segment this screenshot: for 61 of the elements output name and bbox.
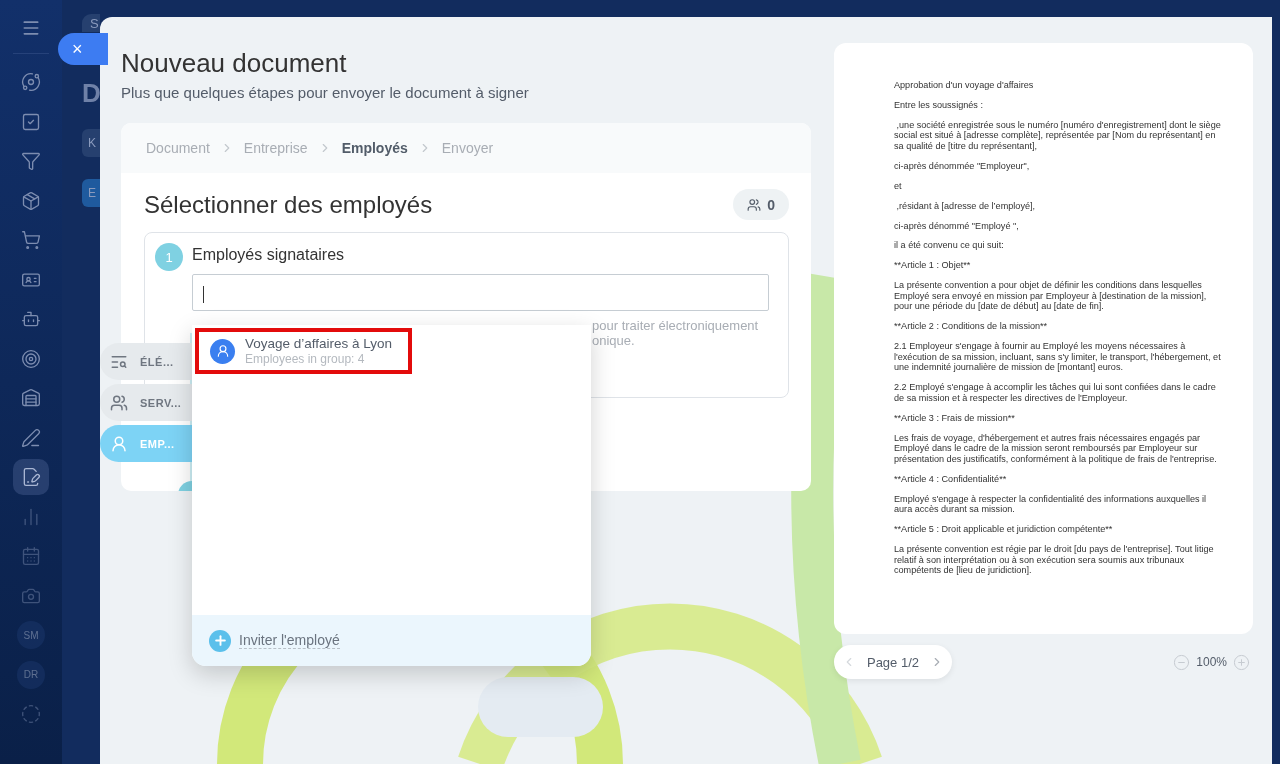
document-paragraph: **Article 1 : Objet** bbox=[894, 260, 972, 271]
plus-icon bbox=[1233, 653, 1250, 671]
dialog-title: Nouveau document bbox=[121, 47, 348, 79]
orbit-icon bbox=[21, 72, 41, 92]
breadcrumb-step[interactable]: Employés bbox=[341, 140, 408, 156]
checkbox-icon bbox=[21, 111, 41, 132]
document-paragraph: 2.2 Employé s'engage à accomplir les tâches qui lui sont confiées dans le cadre de sa mission et à respecter les directives de l'Employeur. bbox=[894, 382, 1217, 404]
sidebar-item[interactable] bbox=[13, 459, 49, 495]
dialog-subtitle: Plus que quelques étapes pour envoyer le document à signer bbox=[121, 84, 530, 101]
user-icon bbox=[210, 338, 235, 364]
close-button[interactable]: × bbox=[58, 33, 108, 65]
users-icon bbox=[110, 393, 128, 412]
document-paragraph: Approbation d'un voyage d'affaires bbox=[894, 80, 1035, 91]
funnel-icon bbox=[21, 151, 41, 171]
box-icon bbox=[21, 190, 41, 211]
employee-counter: 0 bbox=[733, 189, 789, 220]
search-field[interactable]: S bbox=[82, 14, 100, 32]
employee-search-field[interactable] bbox=[192, 274, 769, 311]
page-title: D bbox=[82, 78, 100, 109]
document-paragraph: et bbox=[894, 180, 903, 192]
document-paragraph: ci-après dénommée "Employeur", bbox=[894, 160, 1031, 172]
minus-icon bbox=[1173, 653, 1191, 671]
section-title: Sélectionner des employés bbox=[144, 189, 433, 220]
zoom-level: 100% bbox=[1196, 655, 1227, 669]
step-title: Employés signataires bbox=[192, 245, 346, 265]
document-paragraph: Les frais de voyage, d'hébergement et autres frais nécessaires engagés par Employé dans le cadre de la mission seront remboursés par Employeur sur présentation des justificatifs, conformément à la politique de frais de l'entreprise. bbox=[894, 432, 1218, 465]
text-caret bbox=[203, 286, 204, 303]
document-paragraph: Entre les soussignés : bbox=[894, 99, 984, 111]
menu-icon bbox=[21, 18, 41, 38]
document-paragraph: il a été convenu ce qui suit: bbox=[894, 240, 1005, 251]
hint-text: pour traiter électroniquement onique. bbox=[592, 318, 760, 348]
breadcrumb-step[interactable]: Envoyer bbox=[441, 140, 494, 156]
robot-icon bbox=[21, 309, 41, 329]
document-paragraph: Employé s'engage à respecter la confidentialité des informations auxquelles il aura accès durant sa mission. bbox=[894, 493, 1208, 515]
document-paragraph: **Article 4 : Confidentialité** bbox=[894, 473, 1008, 485]
step-number: 1 bbox=[155, 243, 183, 271]
document-paragraph: **Article 5 : Droit applicable et juridiction compétente** bbox=[894, 524, 1114, 535]
document-paragraph: **Article 3 : Frais de mission** bbox=[894, 412, 1016, 424]
document-paragraph: 2.1 Employeur s'engage à fournir au Employé les moyens nécessaires à l'exécution de sa mission, incluant, sans s'y limiter, le transport, l'hébergement, et une indemnité journalière de mission de [montant] euros. bbox=[894, 341, 1222, 373]
toolbar-button[interactable]: K bbox=[82, 129, 100, 157]
document-paragraph: La présente convention est régie par le droit [du pays de l'entreprise]. Tout litige relatif à son interprétation ou à son exécution sera soumis aux tribunaux compétents de [lieu de juridiction]. bbox=[894, 543, 1215, 576]
plus-icon bbox=[209, 629, 231, 652]
circle-icon bbox=[21, 704, 41, 724]
warehouse-icon bbox=[21, 388, 41, 408]
document-pen-icon bbox=[21, 467, 41, 487]
breadcrumb-step[interactable]: Document bbox=[146, 140, 210, 156]
target-icon bbox=[21, 348, 41, 369]
document-paragraph: ci-après dénommé "Employé ", bbox=[894, 220, 1020, 232]
toolbar-button[interactable]: E bbox=[82, 179, 100, 207]
breadcrumb-step[interactable]: Entreprise bbox=[243, 140, 308, 156]
document-paragraph: La présente convention a pour objet de définir les conditions dans lesquelles Employé sera envoyé en mission par Employeur à [destination de la mission], pour une période du [date de début] au [date de fin]. bbox=[894, 280, 1208, 312]
document-paragraph: **Article 2 : Conditions de la mission** bbox=[894, 321, 1049, 332]
invite-link[interactable]: Inviter l'employé bbox=[239, 632, 340, 649]
users-icon bbox=[747, 197, 762, 212]
document-paragraph: ,résidant à [adresse de l’employé], bbox=[895, 200, 1037, 212]
document-paragraph: ,une société enregistrée sous le numéro [numéro d'enregistrement] dont le siège social est situé à [adresse complète], représentée par [Nom du représentant] en sa qualité de [titre du représentant], bbox=[894, 119, 1222, 152]
page-indicator: Page 1/2 bbox=[866, 654, 919, 670]
user-icon bbox=[110, 434, 128, 453]
cart-icon bbox=[21, 230, 41, 250]
calendar-icon bbox=[21, 546, 41, 566]
pen-icon bbox=[21, 427, 41, 448]
